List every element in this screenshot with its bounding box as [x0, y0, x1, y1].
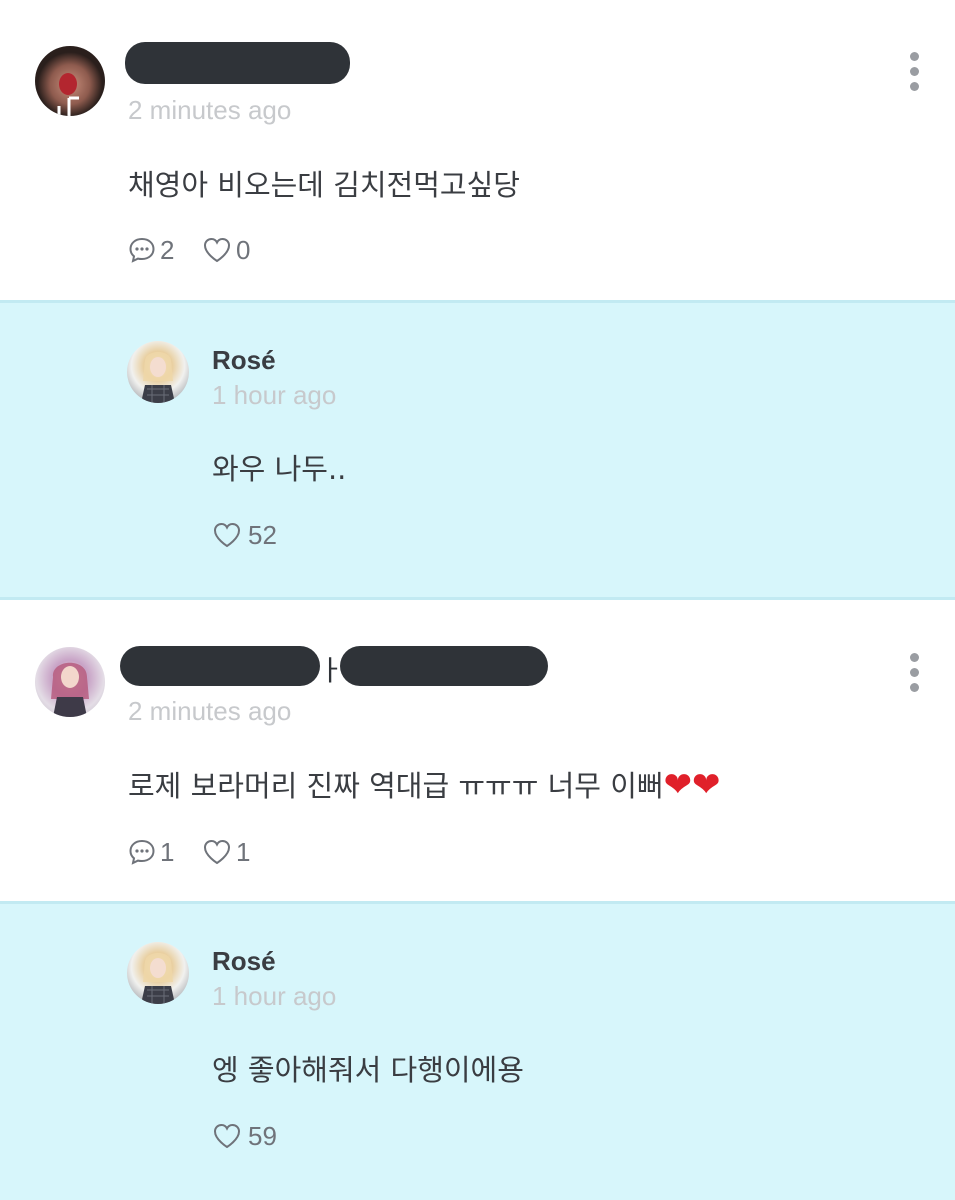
reply-author-avatar[interactable] — [127, 341, 189, 403]
reply-like-button[interactable]: 52 — [212, 519, 292, 551]
heart-emoji: ❤❤ — [663, 765, 721, 805]
reply-1: Rosé 1 hour ago 와우 나두.. 52 — [0, 300, 955, 600]
like-button[interactable]: 1 — [202, 836, 262, 868]
reply-timestamp: 1 hour ago — [212, 981, 337, 1011]
comment-timestamp: 2 minutes ago — [128, 95, 292, 125]
like-button[interactable]: 0 — [202, 234, 262, 266]
reply-2: Rosé 1 hour ago 엥 좋아해줘서 다행이에용 59 — [0, 901, 955, 1200]
reply-count: 1 — [160, 837, 175, 867]
reply-author-avatar[interactable] — [127, 942, 189, 1004]
reply-author-name[interactable]: Rosé — [212, 946, 276, 977]
heart-outline-icon — [213, 522, 241, 548]
heart-outline-icon — [203, 237, 231, 263]
reply-text: 와우 나두.. — [212, 452, 347, 486]
more-options-icon[interactable] — [910, 653, 922, 698]
reply-like-count: 59 — [248, 1121, 277, 1151]
reply-count-button[interactable]: 1 — [128, 836, 183, 868]
comment-text-content: 로제 보라머리 진짜 역대급 ㅠㅠㅠ 너무 이뻐 — [128, 769, 664, 803]
reply-like-button[interactable]: 59 — [212, 1120, 292, 1152]
comment-timestamp: 2 minutes ago — [128, 696, 292, 726]
redacted-username — [125, 42, 350, 84]
reply-author-name[interactable]: Rosé — [212, 345, 276, 376]
reply-timestamp: 1 hour ago — [212, 380, 337, 410]
comment-bubble-icon — [129, 237, 155, 263]
heart-outline-icon — [213, 1123, 241, 1149]
heart-outline-icon — [203, 839, 231, 865]
comment-text: 채영아 비오는데 김치전먹고싶당 — [128, 168, 520, 202]
reply-text: 엥 좋아해줘서 다행이에용 — [212, 1053, 524, 1087]
reply-like-count: 52 — [248, 520, 277, 550]
like-count: 1 — [236, 837, 251, 867]
like-count: 0 — [236, 235, 251, 265]
comment-1: 2 minutes ago 채영아 비오는데 김치전먹고싶당 2 0 — [0, 0, 955, 300]
redacted-username — [340, 646, 548, 686]
redacted-username — [120, 646, 320, 686]
comment-bubble-icon — [129, 839, 155, 865]
comment-text: 로제 보라머리 진짜 역대급 ㅠㅠㅠ 너무 이뻐❤❤ — [128, 763, 721, 805]
comment-2: ㅏ 2 minutes ago 로제 보라머리 진짜 역대급 ㅠㅠㅠ 너무 이뻐… — [0, 600, 955, 901]
more-options-icon[interactable] — [910, 52, 922, 97]
reply-count: 2 — [160, 235, 175, 265]
commenter-avatar[interactable] — [35, 647, 105, 717]
commenter-avatar[interactable] — [35, 46, 105, 116]
reply-count-button[interactable]: 2 — [128, 234, 183, 266]
